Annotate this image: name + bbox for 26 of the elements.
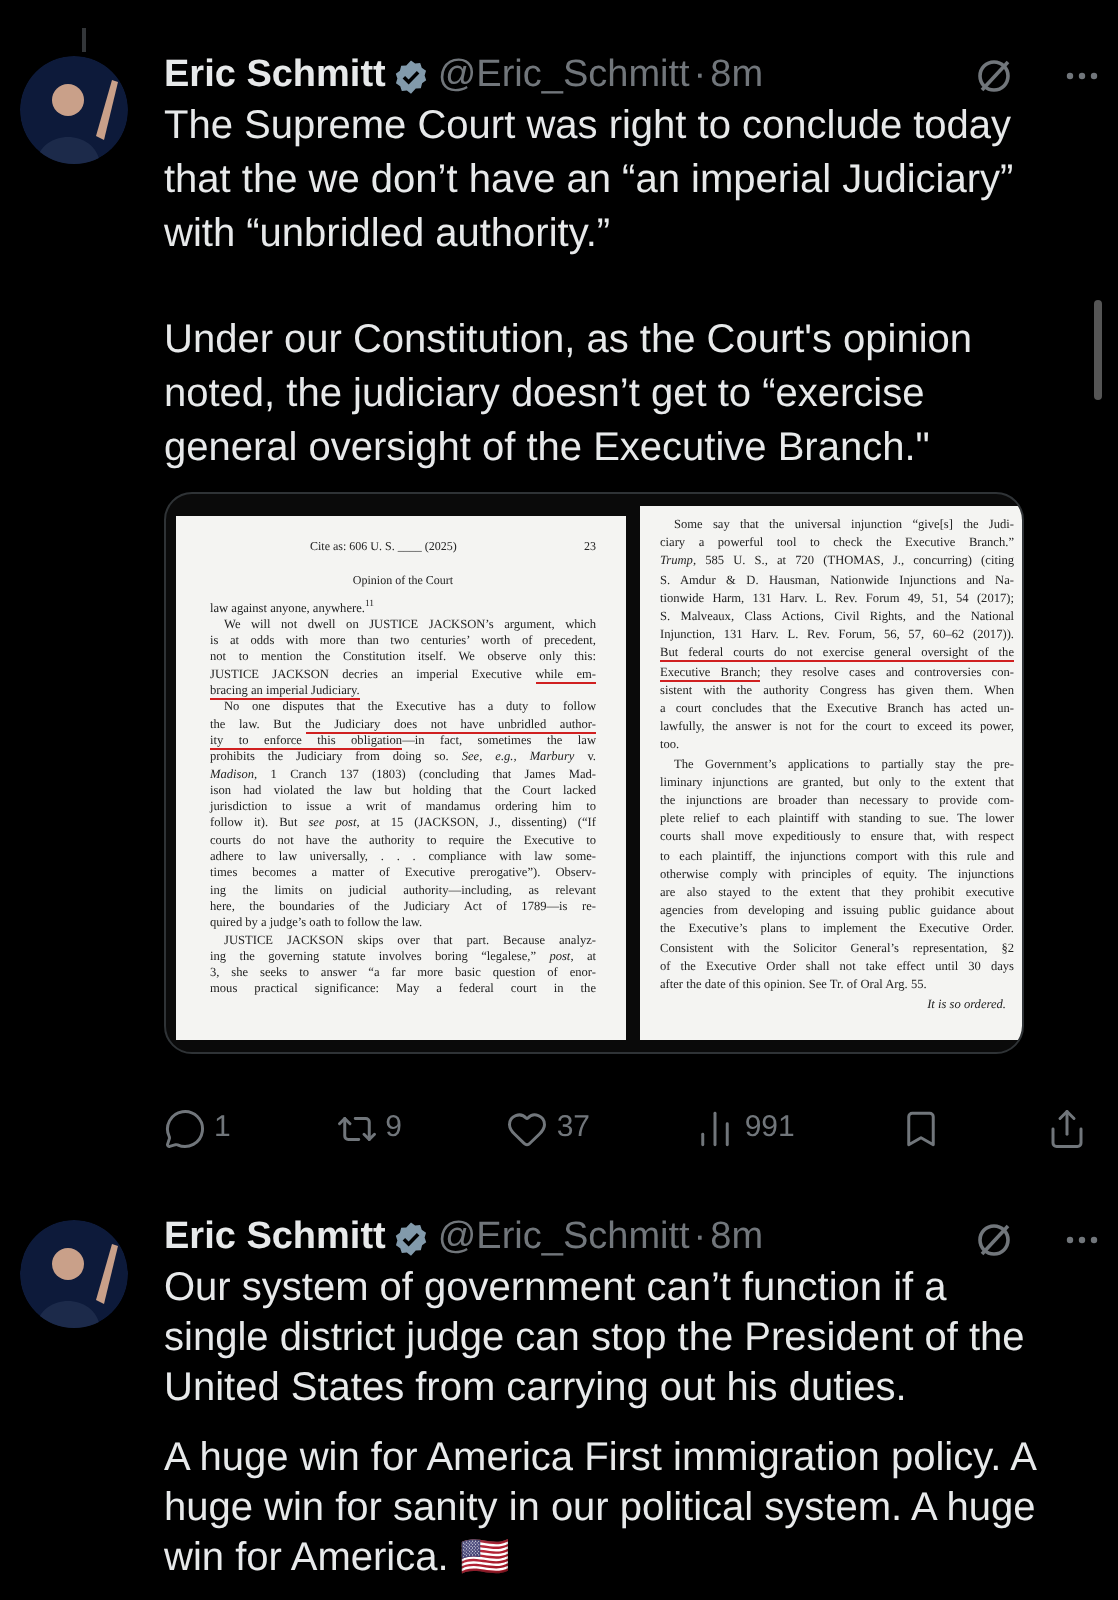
tweet-text: A huge win for America First immigration policy. A huge win for sanity in our political system. A huge win for America. 🇺🇸 <box>164 1433 1038 1583</box>
views-button[interactable]: 991 <box>694 1106 795 1151</box>
like-button[interactable]: 37 <box>506 1106 590 1151</box>
more-icon[interactable] <box>1066 1235 1098 1243</box>
reply-icon <box>164 1107 206 1150</box>
reply-button[interactable]: 1 <box>164 1106 231 1151</box>
repost-button[interactable]: 9 <box>335 1106 402 1151</box>
separator: · <box>693 1214 707 1263</box>
user-handle[interactable]: @Eric_Schmitt <box>437 47 690 105</box>
tweet-text: Our system of government can’t function if a single district judge can stop the President of the United States from carrying out his duties. <box>164 1263 1027 1413</box>
avatar[interactable] <box>20 1219 128 1327</box>
tweet-text: Under our Constitution, as the Court's opinion noted, the judiciary doesn’t get to “exercise general oversight of the Executive Branch." <box>164 316 975 474</box>
more-icon[interactable] <box>1066 72 1098 80</box>
author-name[interactable]: Eric Schmitt <box>164 1210 386 1268</box>
avatar[interactable] <box>20 56 128 164</box>
user-handle[interactable]: @Eric_Schmitt <box>437 1210 690 1268</box>
timestamp[interactable]: 8m <box>710 1210 764 1268</box>
slashed-circle-icon[interactable] <box>974 1219 1014 1259</box>
thread-line <box>82 28 86 52</box>
timestamp[interactable]: 8m <box>710 47 764 105</box>
slashed-circle-icon[interactable] <box>974 56 1014 96</box>
separator: · <box>693 51 707 100</box>
scrollbar <box>1094 300 1102 400</box>
tweet-text: The Supreme Court was right to conclude today that the we don’t have an “an imperial Judiciary” with “unbridled authority.” <box>164 102 1016 260</box>
heart-icon <box>506 1107 549 1150</box>
author-name[interactable]: Eric Schmitt <box>164 47 386 105</box>
